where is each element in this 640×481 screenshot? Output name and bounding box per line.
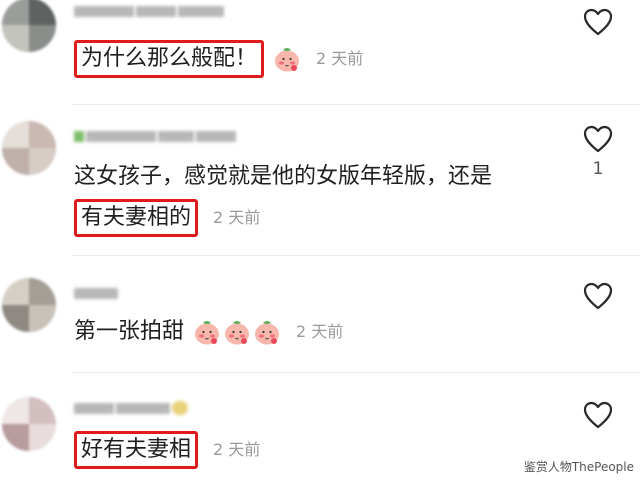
username-blurred[interactable] <box>74 4 224 18</box>
avatar[interactable] <box>2 121 56 175</box>
comment-text-highlighted: 为什么那么般配！ <box>74 40 265 78</box>
peach-blush-emoji-icon <box>193 318 221 346</box>
like-heart-icon[interactable] <box>583 401 613 429</box>
timestamp: 2 天前 <box>296 322 344 341</box>
timestamp: 2 天前 <box>316 49 364 68</box>
comment-text-highlighted: 好有夫妻相 <box>74 431 199 469</box>
timestamp: 2 天前 <box>213 208 261 227</box>
like-count: 1 <box>592 159 604 179</box>
avatar[interactable] <box>2 0 56 52</box>
like-heart-icon[interactable] <box>583 125 613 153</box>
comment-item-1: 为什么那么般配！ 2 天前 <box>0 0 640 104</box>
comment-item-3: 第一张拍甜 2 天前 <box>0 256 640 372</box>
username-blurred[interactable] <box>74 129 236 143</box>
comment-text-highlighted: 有夫妻相的 <box>74 199 199 237</box>
like-heart-icon[interactable] <box>583 282 613 310</box>
peach-blush-emoji-icon <box>273 45 301 73</box>
avatar[interactable] <box>2 278 56 332</box>
timestamp: 2 天前 <box>213 440 261 459</box>
avatar[interactable] <box>2 397 56 451</box>
watermark: 鉴赏人物ThePeople <box>523 460 634 474</box>
username-blurred[interactable] <box>74 401 188 415</box>
username-blurred[interactable] <box>74 286 118 300</box>
comment-text: 第一张拍甜 <box>74 319 185 344</box>
peach-blush-emoji-icon <box>253 318 281 346</box>
comment-text: 这女孩子，感觉就是他的女版年轻版，还是 <box>74 164 493 189</box>
like-heart-icon[interactable] <box>583 8 613 36</box>
comment-item-2: 1 这女孩子，感觉就是他的女版年轻版，还是 有夫妻相的 2 天前 <box>0 105 640 255</box>
peach-blush-emoji-icon <box>223 318 251 346</box>
